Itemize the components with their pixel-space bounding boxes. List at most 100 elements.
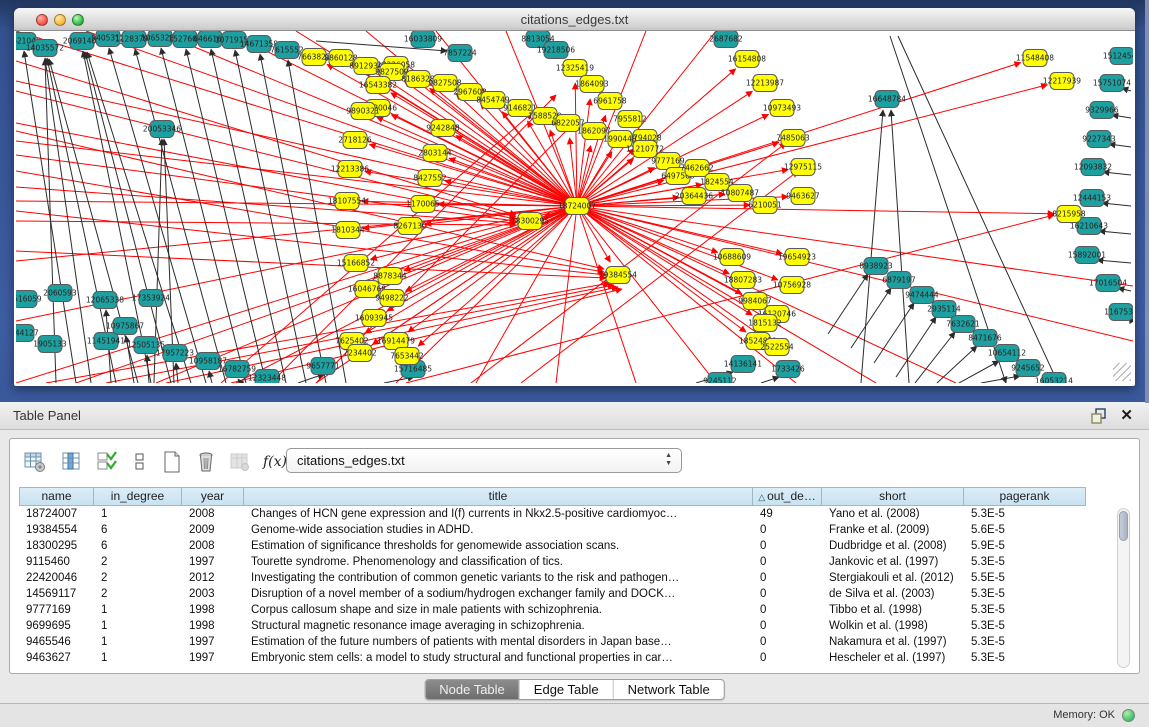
network-node[interactable]: 9227343 bbox=[1082, 131, 1116, 148]
table-row[interactable]: 969969511998Structural magnetic resonanc… bbox=[19, 618, 1130, 634]
column-header-in_degree[interactable]: in_degree bbox=[94, 487, 182, 506]
network-node[interactable]: 1170065 bbox=[406, 196, 440, 213]
table-row[interactable]: 977716911998Corpus callosum shape and si… bbox=[19, 602, 1130, 618]
table-row[interactable]: 1830029562008Estimation of significance … bbox=[19, 538, 1130, 554]
network-node[interactable]: 15892001 bbox=[1068, 247, 1106, 264]
network-node[interactable]: 2687682 bbox=[709, 31, 743, 48]
network-node[interactable]: 16648784 bbox=[868, 91, 906, 108]
network-node[interactable]: 15124549 bbox=[1103, 48, 1133, 65]
network-node[interactable]: 12217939 bbox=[1043, 73, 1081, 90]
network-node[interactable]: 9474444 bbox=[905, 287, 939, 304]
network-node[interactable]: 2516059 bbox=[16, 291, 42, 308]
network-node[interactable]: 6879197 bbox=[882, 272, 916, 289]
network-node[interactable]: 11451941 bbox=[87, 333, 125, 350]
delete-table-icon[interactable] bbox=[193, 449, 219, 475]
network-node[interactable]: 12213386 bbox=[331, 161, 369, 178]
column-header-name[interactable]: name bbox=[19, 487, 94, 506]
network-node[interactable]: 7653442 bbox=[390, 348, 424, 365]
network-node[interactable]: 12213987 bbox=[746, 75, 784, 92]
network-node[interactable]: 16093945 bbox=[355, 310, 393, 327]
network-node[interactable]: 9498222 bbox=[375, 290, 409, 307]
network-node[interactable]: 2718126 bbox=[338, 132, 372, 149]
float-window-icon[interactable] bbox=[1091, 408, 1107, 424]
table-settings-icon[interactable] bbox=[22, 449, 48, 475]
column-header-pagerank[interactable]: pagerank bbox=[964, 487, 1086, 506]
network-node[interactable]: 1167533 bbox=[1104, 304, 1133, 321]
network-node[interactable]: 11548408 bbox=[1016, 50, 1054, 67]
network-node[interactable]: 7234402 bbox=[343, 345, 377, 362]
close-icon[interactable]: ✕ bbox=[1120, 406, 1133, 424]
network-node[interactable]: 16033809 bbox=[404, 31, 442, 48]
scrollbar-thumb[interactable] bbox=[1119, 511, 1128, 541]
memory-ok-indicator[interactable] bbox=[1122, 709, 1135, 722]
network-node[interactable]: 9657771 bbox=[306, 358, 340, 375]
table-row[interactable]: 946362711997Embryonic stem cells: a mode… bbox=[19, 650, 1130, 666]
network-node[interactable]: 1733426 bbox=[771, 361, 805, 378]
column-header-out_de[interactable]: △out_de… bbox=[753, 487, 822, 506]
network-node[interactable]: 12975115 bbox=[784, 159, 822, 176]
network-node[interactable]: 16154808 bbox=[728, 51, 766, 68]
column-header-short[interactable]: short bbox=[822, 487, 964, 506]
network-node[interactable]: 1905133 bbox=[33, 336, 67, 353]
network-node[interactable]: 9245112 bbox=[703, 373, 737, 384]
network-node[interactable]: 12093832 bbox=[1074, 159, 1112, 176]
network-node[interactable]: 12325419 bbox=[556, 60, 594, 77]
network-node[interactable]: 1864093 bbox=[575, 76, 609, 93]
table-row[interactable]: 946554611997Estimation of the future num… bbox=[19, 634, 1130, 650]
network-node[interactable]: 8267130 bbox=[393, 218, 427, 235]
network-node[interactable]: 1810344 bbox=[331, 222, 365, 239]
network-node[interactable]: 7955812 bbox=[613, 111, 647, 128]
network-node[interactable]: 10688609 bbox=[713, 249, 751, 266]
table-vertical-scrollbar[interactable] bbox=[1117, 508, 1130, 668]
network-graph[interactable]: 9621046140355722069140694053121128379010… bbox=[16, 31, 1133, 383]
table-row[interactable]: 1938455462009Genome-wide association stu… bbox=[19, 522, 1130, 538]
network-node[interactable]: 20053346 bbox=[143, 121, 181, 138]
network-node[interactable]: 9463627 bbox=[786, 188, 820, 205]
table-row[interactable]: 2242004622012Investigating the contribut… bbox=[19, 570, 1130, 586]
network-node[interactable]: 8427552 bbox=[413, 170, 447, 187]
new-table-icon[interactable] bbox=[159, 449, 185, 475]
network-node[interactable]: 9245652 bbox=[1011, 360, 1045, 377]
column-header-year[interactable]: year bbox=[182, 487, 244, 506]
row-select-icon[interactable] bbox=[94, 449, 120, 475]
network-node[interactable]: 1815132 bbox=[748, 315, 782, 332]
network-canvas[interactable]: 9621046140355722069140694053121128379010… bbox=[16, 31, 1133, 383]
network-node[interactable]: 8938923 bbox=[859, 258, 893, 275]
network-node[interactable]: 7632621 bbox=[946, 316, 980, 333]
tab-node-table[interactable]: Node Table bbox=[425, 680, 519, 699]
row-height-icon[interactable] bbox=[127, 449, 153, 475]
network-node[interactable]: 2060593 bbox=[43, 285, 77, 302]
resize-grip[interactable] bbox=[1113, 363, 1131, 381]
table-row[interactable]: 1872400712008Changes of HCN gene express… bbox=[19, 506, 1130, 522]
network-node[interactable]: 16053214 bbox=[1035, 373, 1073, 384]
network-node[interactable]: 8471676 bbox=[968, 330, 1002, 347]
network-node[interactable]: 17353924 bbox=[132, 290, 170, 307]
network-node[interactable]: 15166852 bbox=[337, 255, 375, 272]
network-node[interactable]: 18807283 bbox=[724, 272, 762, 289]
network-node[interactable]: 9329966 bbox=[1085, 102, 1119, 119]
column-header-title[interactable]: title bbox=[244, 487, 753, 506]
network-node[interactable]: 9890321 bbox=[346, 103, 380, 120]
table-row[interactable]: 1456911722003Disruption of a novel membe… bbox=[19, 586, 1130, 602]
tab-network-table[interactable]: Network Table bbox=[613, 680, 724, 699]
network-view-window[interactable]: citations_edges.txt 96210461403557220691… bbox=[14, 8, 1135, 386]
window-titlebar[interactable]: citations_edges.txt bbox=[14, 8, 1135, 31]
network-node[interactable]: 9242848 bbox=[426, 120, 460, 137]
network-node[interactable]: 18107554 bbox=[328, 193, 366, 210]
network-node[interactable]: 8215958 bbox=[1052, 206, 1086, 223]
column-visibility-icon[interactable] bbox=[59, 449, 85, 475]
network-node[interactable]: 2803144 bbox=[418, 145, 452, 162]
network-node[interactable]: 2522554 bbox=[760, 339, 794, 356]
network-node[interactable]: 7485063 bbox=[776, 130, 810, 147]
function-builder-icon[interactable]: f(x) bbox=[262, 449, 288, 475]
network-node[interactable]: 6961758 bbox=[593, 93, 627, 110]
table-row[interactable]: 911546021997Tourette syndrome. Phenomeno… bbox=[19, 554, 1130, 570]
network-node[interactable]: 12444153 bbox=[1073, 190, 1111, 207]
network-node[interactable]: 14136141 bbox=[724, 356, 762, 373]
network-node[interactable]: 7857224 bbox=[443, 45, 477, 62]
tab-edge-table[interactable]: Edge Table bbox=[519, 680, 613, 699]
network-node[interactable]: 2935114 bbox=[927, 301, 961, 318]
network-node[interactable]: 8878344 bbox=[373, 268, 407, 285]
network-node[interactable]: 10973493 bbox=[763, 100, 801, 117]
network-node[interactable]: 6210051 bbox=[748, 197, 782, 214]
